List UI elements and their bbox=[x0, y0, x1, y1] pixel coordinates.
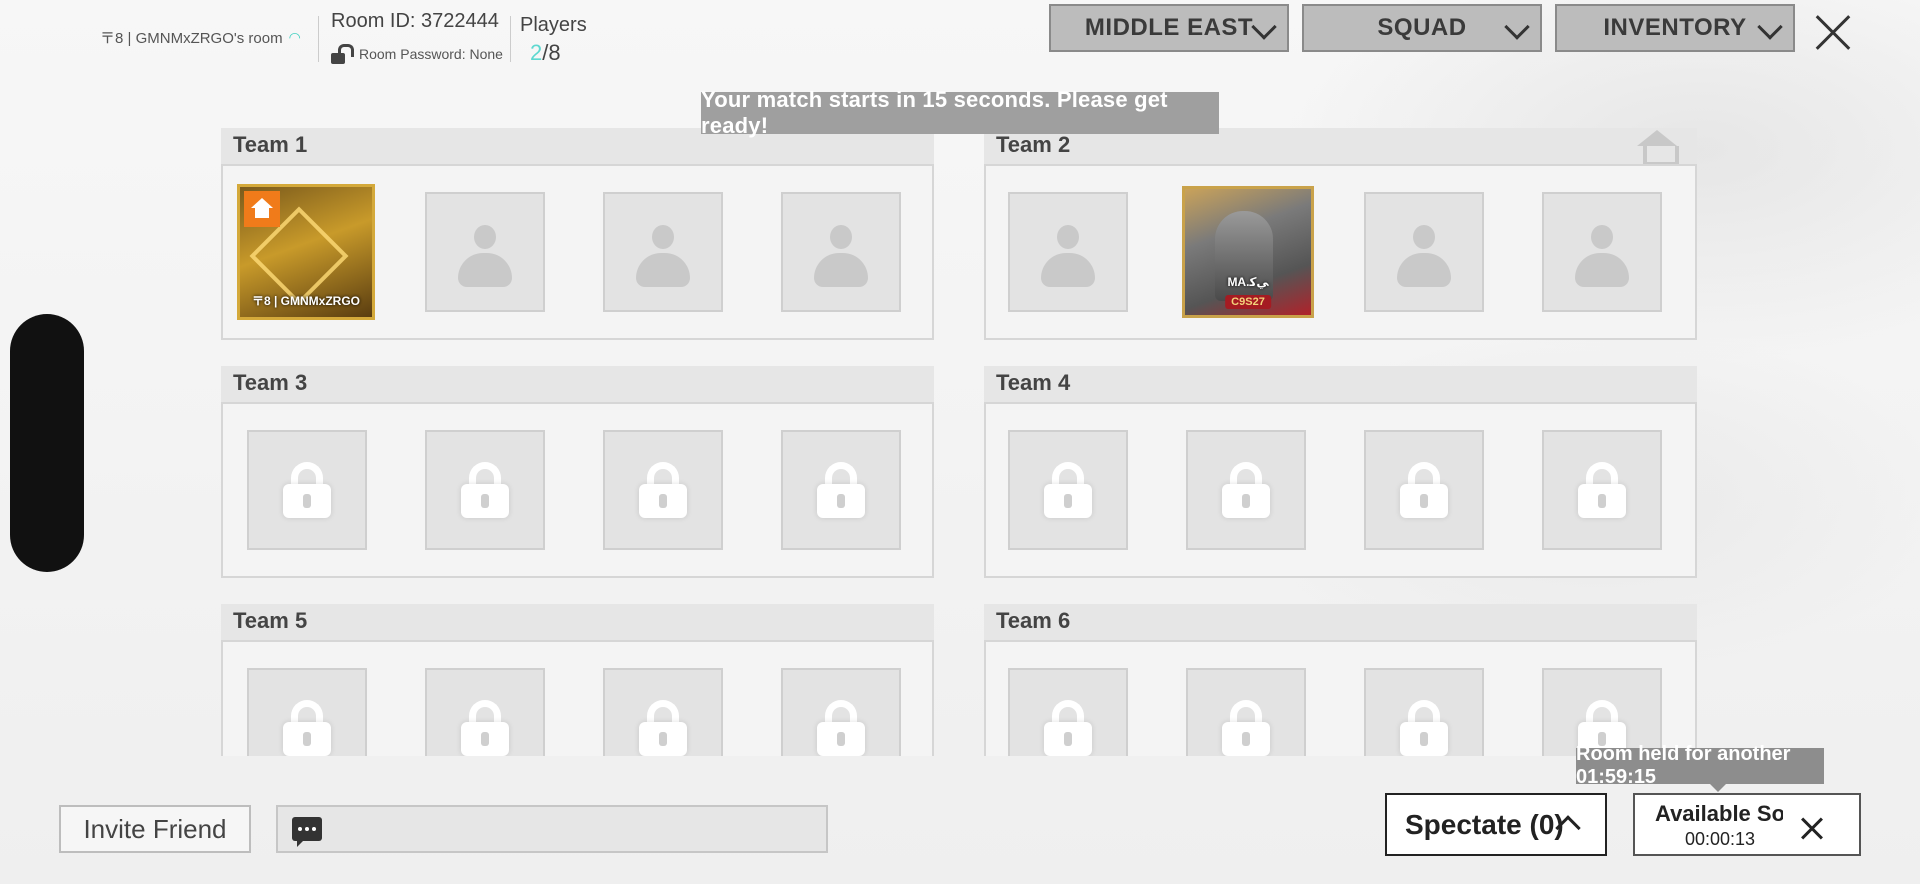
locked-slot[interactable] bbox=[425, 430, 545, 550]
home-icon bbox=[244, 191, 280, 227]
player-slot-empty[interactable] bbox=[1364, 192, 1484, 312]
locked-slot[interactable] bbox=[1008, 668, 1128, 756]
team-header: Team 5 bbox=[221, 604, 934, 640]
spectate-button[interactable]: Spectate (0) bbox=[1385, 793, 1607, 856]
lock-icon bbox=[813, 460, 869, 520]
locked-slot[interactable] bbox=[247, 430, 367, 550]
player-placeholder-icon bbox=[628, 217, 698, 287]
lock-icon bbox=[1396, 460, 1452, 520]
team-slots bbox=[984, 402, 1697, 578]
available-countdown: 00:00:13 bbox=[1685, 829, 1756, 849]
close-icon[interactable] bbox=[1799, 815, 1825, 841]
team-3: Team 3 bbox=[221, 366, 934, 578]
lock-icon bbox=[813, 698, 869, 756]
team-header: Team 4 bbox=[984, 366, 1697, 402]
player-tag: C9S27 bbox=[1225, 295, 1271, 309]
lock-icon bbox=[1040, 460, 1096, 520]
invite-friend-button[interactable]: Invite Friend bbox=[59, 805, 251, 853]
team-name: Team 4 bbox=[996, 370, 1071, 395]
lock-icon bbox=[457, 460, 513, 520]
team-6: Team 6 bbox=[984, 604, 1697, 756]
player-placeholder-icon bbox=[1567, 217, 1637, 287]
team-header: Team 3 bbox=[221, 366, 934, 402]
team-slots bbox=[984, 640, 1697, 756]
player-slot-member[interactable]: MA.ﻲﻛ C9S27 bbox=[1182, 186, 1314, 318]
player-slot-empty[interactable] bbox=[1008, 192, 1128, 312]
locked-slot[interactable] bbox=[1364, 668, 1484, 756]
team-2: Team 2 MA.ﻲﻛ C9S27 bbox=[984, 128, 1697, 340]
team-slots bbox=[221, 640, 934, 756]
player-placeholder-icon bbox=[1033, 217, 1103, 287]
lock-icon bbox=[1218, 698, 1274, 756]
team-5: Team 5 bbox=[221, 604, 934, 756]
player-name: 〒8 | GMNMxZRGO bbox=[251, 294, 361, 308]
lock-icon bbox=[279, 698, 335, 756]
match-start-notice: Your match starts in 15 seconds. Please … bbox=[701, 87, 1219, 138]
team-slots bbox=[221, 402, 934, 578]
locked-slot[interactable] bbox=[781, 430, 901, 550]
chat-icon bbox=[292, 817, 322, 847]
locked-slot[interactable] bbox=[1186, 668, 1306, 756]
player-name: MA.ﻲﻛ bbox=[1227, 275, 1269, 289]
player-placeholder-icon bbox=[450, 217, 520, 287]
lock-icon bbox=[1218, 460, 1274, 520]
locked-slot[interactable] bbox=[1364, 430, 1484, 550]
locked-slot[interactable] bbox=[781, 668, 901, 756]
player-placeholder-icon bbox=[1389, 217, 1459, 287]
player-slot-empty[interactable] bbox=[603, 192, 723, 312]
lock-icon bbox=[1574, 460, 1630, 520]
team-4: Team 4 bbox=[984, 366, 1697, 578]
locked-slot[interactable] bbox=[1186, 430, 1306, 550]
locked-slot[interactable] bbox=[247, 668, 367, 756]
team-1: Team 1 〒8 | GMNMxZRGO bbox=[221, 128, 934, 340]
spectate-label: Spectate (0) bbox=[1405, 808, 1564, 840]
available-soon-panel: Available Soon 00:00:13 bbox=[1633, 793, 1861, 856]
player-placeholder-icon bbox=[806, 217, 876, 287]
locked-slot[interactable] bbox=[1008, 430, 1128, 550]
lock-icon bbox=[1040, 698, 1096, 756]
team-slots: 〒8 | GMNMxZRGO bbox=[221, 164, 934, 340]
lock-icon bbox=[635, 460, 691, 520]
lock-icon bbox=[457, 698, 513, 756]
lock-icon bbox=[635, 698, 691, 756]
team-name: Team 6 bbox=[996, 608, 1071, 633]
locked-slot[interactable] bbox=[1542, 430, 1662, 550]
player-slot-empty[interactable] bbox=[781, 192, 901, 312]
team-name: Team 5 bbox=[233, 608, 308, 633]
locked-slot[interactable] bbox=[603, 668, 723, 756]
player-slot-empty[interactable] bbox=[1542, 192, 1662, 312]
team-slots: MA.ﻲﻛ C9S27 bbox=[984, 164, 1697, 340]
side-drag-handle[interactable] bbox=[10, 314, 84, 572]
player-slot-empty[interactable] bbox=[425, 192, 545, 312]
team-name: Team 1 bbox=[233, 132, 308, 157]
home-outline-icon bbox=[1635, 130, 1679, 166]
team-name: Team 3 bbox=[233, 370, 308, 395]
available-label: Available Soon bbox=[1655, 801, 1783, 826]
player-slot-host[interactable]: 〒8 | GMNMxZRGO bbox=[237, 184, 375, 320]
lock-icon bbox=[1396, 698, 1452, 756]
team-header: Team 6 bbox=[984, 604, 1697, 640]
room-held-tooltip: Room held for another 01:59:15 bbox=[1576, 743, 1824, 792]
chat-input[interactable] bbox=[276, 805, 828, 853]
lock-icon bbox=[279, 460, 335, 520]
locked-slot[interactable] bbox=[603, 430, 723, 550]
locked-slot[interactable] bbox=[425, 668, 545, 756]
